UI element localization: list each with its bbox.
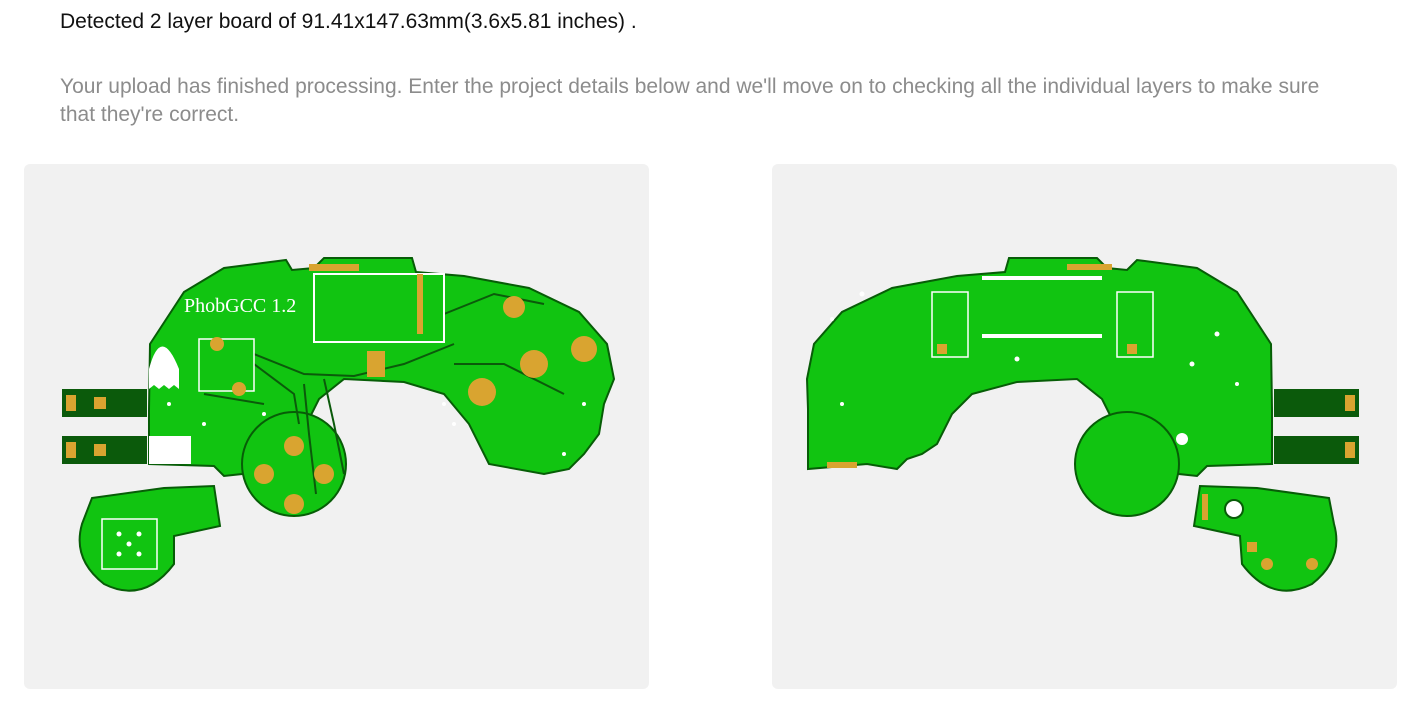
upload-status-message: Your upload has finished processing. Ent…	[60, 75, 1320, 126]
label-area	[149, 436, 191, 464]
cstick-board	[78, 484, 222, 592]
pcb-top-image: PhobGCC 1.2	[62, 257, 616, 592]
lower-lobe	[1074, 411, 1180, 517]
pcb-bottom-preview	[772, 164, 1397, 689]
cstick-hole	[1224, 499, 1244, 519]
board-summary: Detected 2 layer board of 91.41x147.63mm…	[60, 10, 637, 33]
trigger-tabs	[1274, 389, 1359, 464]
cstick-board	[1192, 484, 1338, 592]
pcb-top-preview: PhobGCC 1.2	[24, 164, 649, 689]
silkscreen-title: PhobGCC 1.2	[184, 295, 296, 317]
trigger-tabs	[62, 389, 147, 464]
pcb-bottom-image	[805, 257, 1359, 592]
pcb-outline	[805, 257, 1273, 495]
